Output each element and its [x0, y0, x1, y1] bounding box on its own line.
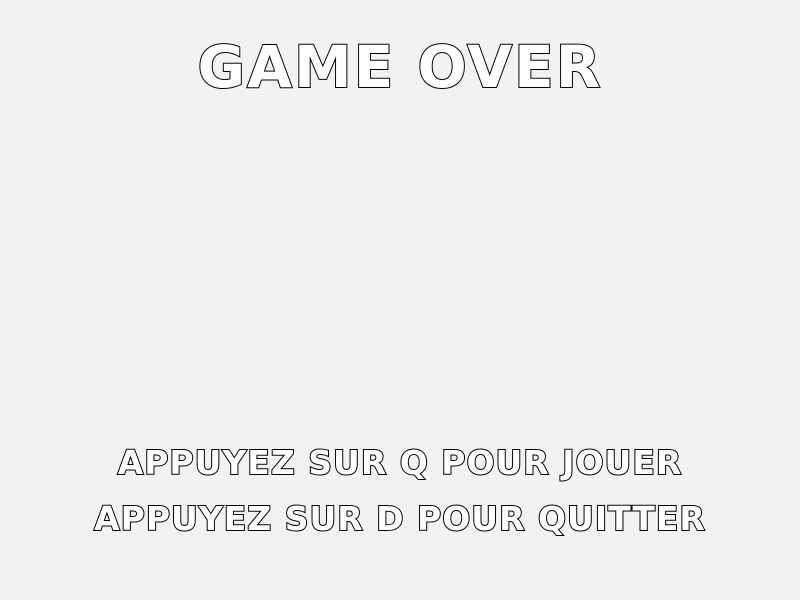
play-instruction: APPUYEZ SUR Q POUR JOUER — [117, 443, 683, 482]
quit-instruction: APPUYEZ SUR D POUR QUITTER — [93, 499, 706, 538]
game-over-screen: GAME OVER APPUYEZ SUR Q POUR JOUER APPUY… — [0, 0, 800, 600]
game-over-title: GAME OVER — [197, 33, 603, 101]
